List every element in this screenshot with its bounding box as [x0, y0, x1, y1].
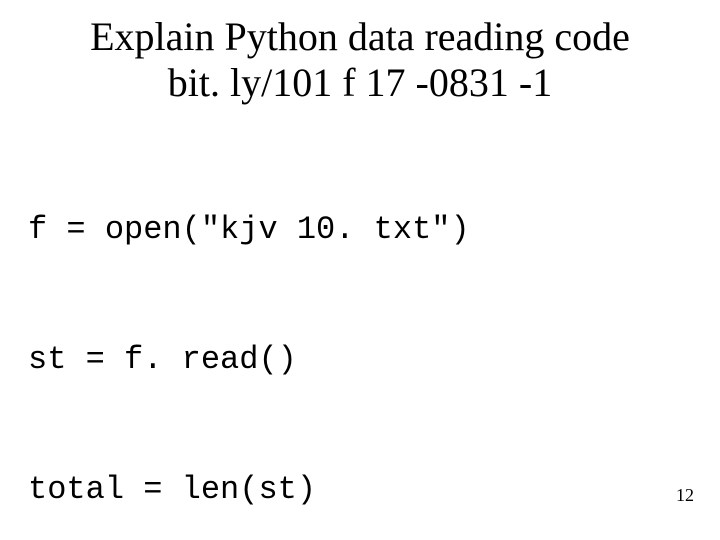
page-number: 12 [676, 485, 694, 506]
slide: Explain Python data reading code bit. ly… [0, 0, 720, 540]
title-line-2: bit. ly/101 f 17 -0831 -1 [168, 60, 552, 105]
title-line-1: Explain Python data reading code [90, 14, 630, 59]
code-line-2: st = f. read() [28, 338, 720, 381]
code-line-3: total = len(st) [28, 468, 720, 511]
slide-title: Explain Python data reading code bit. ly… [0, 0, 720, 114]
code-block: f = open("kjv 10. txt") st = f. read() t… [0, 114, 720, 540]
code-line-1: f = open("kjv 10. txt") [28, 208, 720, 251]
